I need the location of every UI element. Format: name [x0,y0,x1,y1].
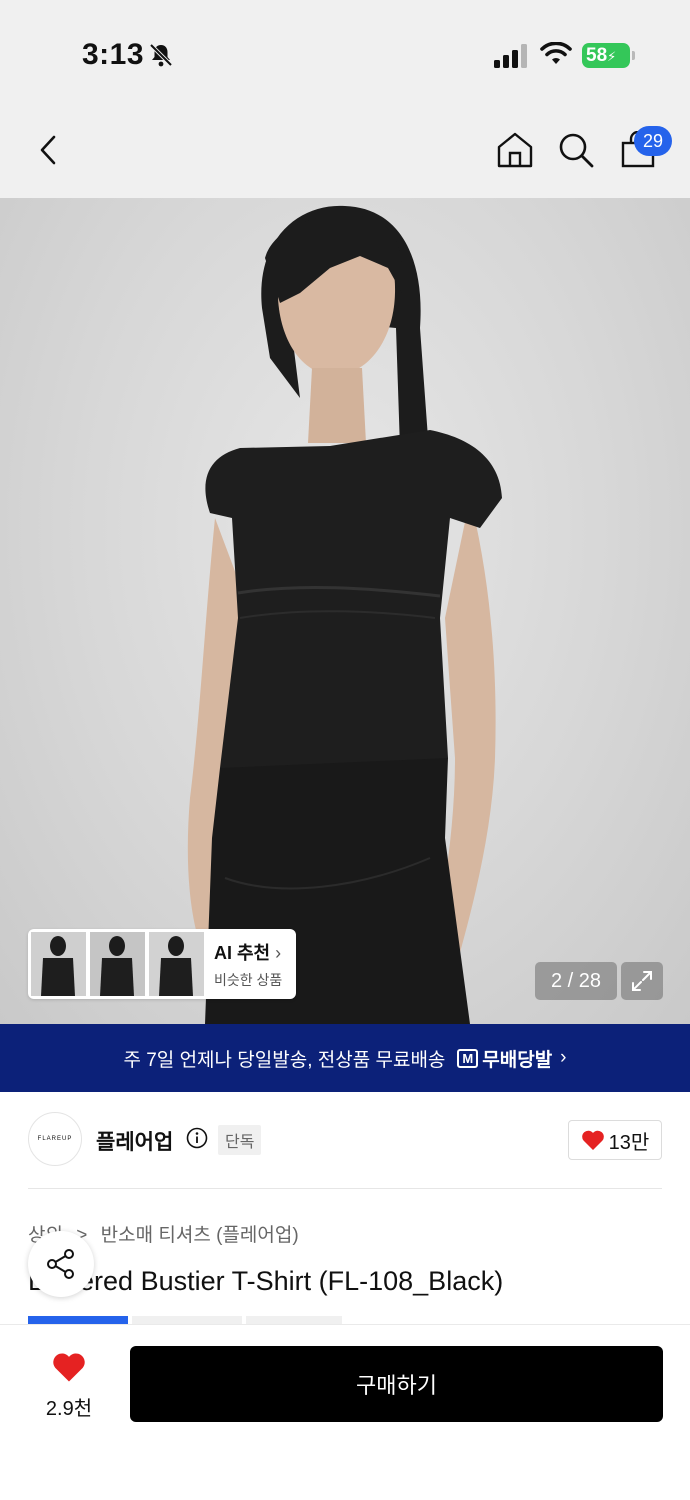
promo-text: 주 7일 언제나 당일발송, 전상품 무료배송 [123,1049,446,1071]
ai-thumbnail[interactable] [149,932,204,996]
product-image[interactable]: AI 추천 › 비슷한 상품 2 / 28 [0,198,690,1024]
share-icon [47,1249,74,1279]
model-photo [187,205,503,1024]
breadcrumb-subcategory[interactable]: 반소매 티셔츠 (플레어업) [101,1225,299,1246]
heart-icon [53,1353,85,1382]
bell-off-icon [149,43,173,67]
wishlist-count: 2.9천 [45,1398,93,1420]
truck-icon: M [457,1048,479,1068]
top-nav: 29 [0,110,690,198]
wifi-icon [540,42,572,64]
share-button[interactable] [28,1231,94,1297]
product-title-text: ered Bustier T-Shirt (FL-108_Black) [79,1266,504,1296]
buy-button[interactable]: 구매하기 [130,1346,663,1422]
brand-like-count: 13만 [608,1131,650,1154]
exclusive-badge: 단독 [218,1125,262,1155]
battery-indicator: 58⚡ [582,43,635,68]
chevron-right-icon: › [275,942,282,963]
brand-name[interactable]: 플레어업 [96,1126,173,1156]
ai-recommend-subtitle: 비슷한 상품 [214,971,283,988]
status-time: 3:13 [82,38,145,71]
home-icon [497,132,533,168]
brand-logo[interactable]: FLAREUP [28,1112,82,1166]
ai-thumbnail[interactable] [90,932,145,996]
brand-row: FLAREUP 플레어업 단독 13만 [28,1112,662,1168]
search-icon [559,133,594,168]
expand-icon [632,971,652,991]
bottom-action-bar: 2.9천 구매하기 [0,1324,690,1500]
ai-recommend-text[interactable]: AI 추천 › 비슷한 상품 [214,939,282,990]
ai-thumbnail[interactable] [31,932,86,996]
same-day-badge-label: 무배당발 [482,1049,553,1071]
thumbnail-photo [90,932,145,996]
divider [28,1188,662,1189]
chevron-left-icon [40,135,56,165]
charging-bolt-icon: ⚡ [607,49,617,64]
expand-image-button[interactable] [621,962,663,1000]
heart-icon [581,1130,604,1150]
free-shipping-banner[interactable]: 주 7일 언제나 당일발송, 전상품 무료배송 M 무배당발 › [0,1024,690,1092]
ai-recommend-title: AI 추천 › [214,942,282,963]
battery-level: 58 [586,45,608,66]
image-counter: 2 / 28 [535,962,617,1000]
ai-recommend-card[interactable]: AI 추천 › 비슷한 상품 [28,929,296,999]
search-button[interactable] [554,128,598,172]
same-day-badge: M 무배당발 › [457,1045,567,1072]
back-button[interactable] [26,128,70,172]
thumbnail-photo [149,932,204,996]
status-bar: 3:13 58⚡ [0,0,690,110]
home-button[interactable] [493,128,537,172]
info-icon[interactable] [186,1127,208,1149]
signal-icon [494,44,527,68]
chevron-right-icon: › [560,1047,567,1068]
thumbnail-photo [31,932,86,996]
cart-count-badge: 29 [634,126,672,156]
brand-like-button[interactable]: 13만 [568,1120,662,1160]
wishlist-button[interactable]: 2.9천 [34,1351,104,1421]
product-title: Lered Bustier T-Shirt (FL-108_Black) [28,1266,503,1297]
